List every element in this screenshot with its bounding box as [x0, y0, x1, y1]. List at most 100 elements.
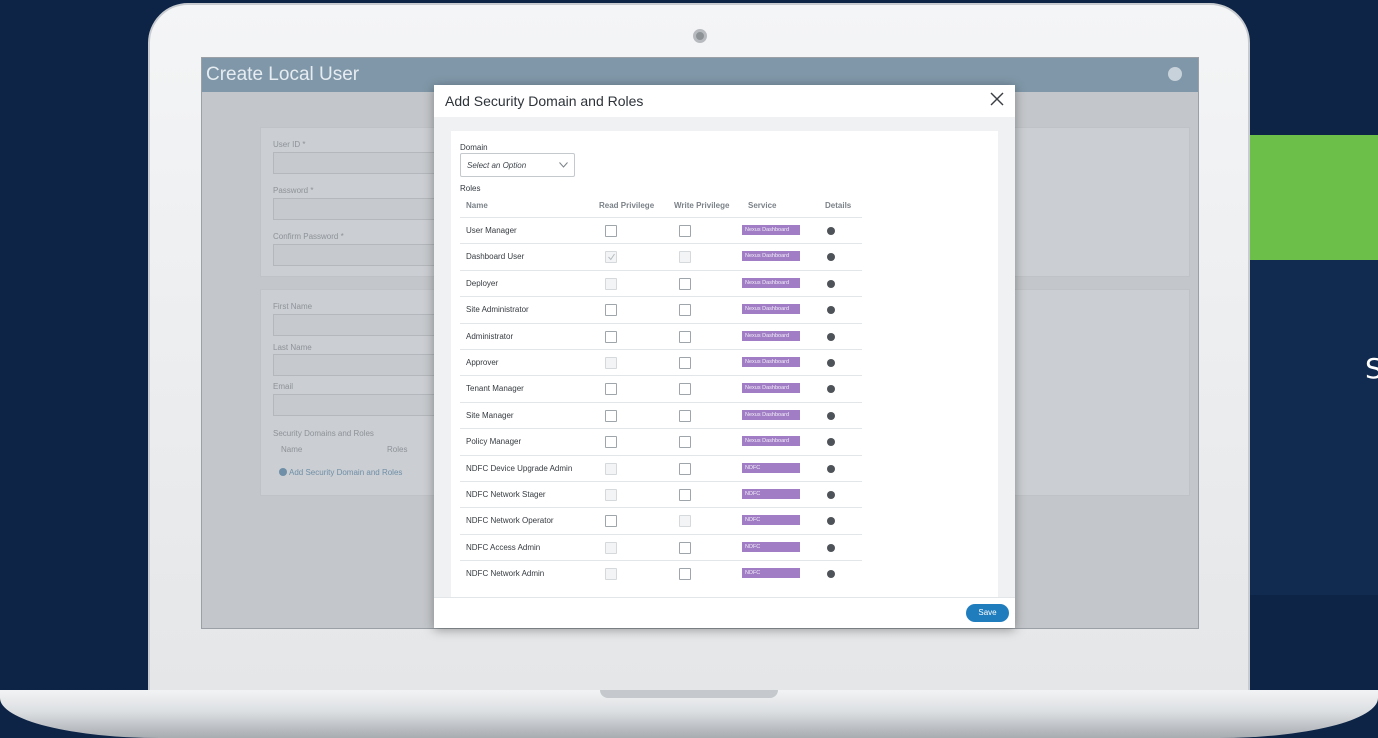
role-name: Approver: [466, 358, 499, 367]
domain-select-value: Select an Option: [467, 161, 527, 170]
domain-label: Domain: [460, 143, 488, 152]
role-name: NDFC Access Admin: [466, 542, 541, 552]
write-privilege-checkbox: [679, 515, 691, 528]
plus-circle-icon: [279, 468, 287, 476]
write-privilege-checkbox[interactable]: [679, 225, 691, 237]
camera-icon: [693, 29, 707, 43]
service-badge: NDFC: [742, 462, 800, 473]
last-name-field[interactable]: [273, 354, 443, 376]
close-icon[interactable]: [986, 88, 1008, 110]
info-icon[interactable]: [827, 385, 835, 394]
table-row: User Manager Nexus Dashboard: [460, 217, 862, 243]
role-name: NDFC Network Stager: [466, 490, 546, 499]
add-security-domain-link[interactable]: Add Security Domain and Roles: [279, 468, 402, 477]
table-row: Administrator Nexus Dashboard: [460, 322, 862, 349]
bg-col-roles: Roles: [387, 445, 408, 454]
service-badge: NDFC: [742, 541, 800, 552]
write-privilege-checkbox[interactable]: [679, 436, 691, 449]
user-id-label: User ID *: [273, 140, 306, 149]
table-row: Approver Nexus Dashboard: [460, 349, 862, 375]
read-privilege-checkbox[interactable]: [605, 383, 617, 396]
page-title: Create Local User: [206, 64, 360, 85]
email-field[interactable]: [273, 394, 443, 416]
modal-footer: Save: [434, 597, 1015, 628]
info-icon[interactable]: [827, 491, 835, 499]
role-name: User Manager: [466, 226, 517, 235]
service-badge: NDFC: [742, 568, 800, 579]
table-row: Policy Manager Nexus Dashboard: [460, 428, 862, 454]
read-privilege-checkbox[interactable]: [605, 330, 617, 343]
first-name-label: First Name: [273, 302, 313, 311]
service-badge: Nexus Dashboard: [742, 383, 800, 394]
table-row: NDFC Network Stager NDFC: [460, 481, 862, 507]
write-privilege-checkbox[interactable]: [679, 568, 691, 581]
modal-body: Domain Select an Option Roles Name Read …: [434, 117, 1015, 597]
write-privilege-checkbox[interactable]: [679, 277, 691, 290]
info-icon[interactable]: [827, 332, 835, 341]
read-privilege-checkbox[interactable]: [605, 409, 617, 422]
table-row: NDFC Network Operator NDFC: [460, 507, 862, 533]
write-privilege-checkbox[interactable]: [679, 409, 691, 422]
service-badge: Nexus Dashboard: [742, 251, 800, 262]
col-header-name: Name: [466, 201, 488, 210]
info-icon[interactable]: [827, 438, 835, 447]
table-row: Dashboard User Nexus Dashboard: [460, 243, 862, 269]
write-privilege-checkbox[interactable]: [679, 304, 691, 317]
role-name: Tenant Manager: [466, 384, 524, 394]
read-privilege-checkbox: [605, 462, 617, 475]
roles-panel: Domain Select an Option Roles Name Read …: [451, 131, 998, 597]
help-icon[interactable]: [1168, 67, 1182, 81]
email-label: Email: [273, 382, 294, 391]
info-icon[interactable]: [827, 253, 835, 262]
roles-label: Roles: [460, 184, 481, 193]
info-icon[interactable]: [827, 306, 835, 315]
col-header-details: Details: [825, 201, 852, 210]
write-privilege-checkbox[interactable]: [679, 330, 691, 343]
role-name: Administrator: [466, 331, 514, 341]
write-privilege-checkbox[interactable]: [679, 357, 691, 369]
info-icon[interactable]: [827, 570, 835, 579]
bg-col-name: Name: [281, 445, 303, 454]
service-badge: NDFC: [742, 489, 800, 499]
password-field[interactable]: [273, 198, 443, 220]
save-button[interactable]: Save: [966, 604, 1009, 622]
service-badge: Nexus Dashboard: [742, 277, 800, 288]
write-privilege-checkbox: [679, 251, 691, 264]
col-header-read: Read Privilege: [599, 201, 655, 210]
read-privilege-checkbox[interactable]: [605, 304, 617, 317]
role-name: NDFC Device Upgrade Admin: [466, 463, 573, 473]
info-icon[interactable]: [827, 359, 835, 367]
col-header-write: Write Privilege: [674, 201, 730, 210]
read-privilege-checkbox[interactable]: [605, 436, 617, 449]
write-privilege-checkbox[interactable]: [679, 489, 691, 501]
read-privilege-checkbox: [605, 251, 617, 264]
service-badge: Nexus Dashboard: [742, 330, 800, 341]
write-privilege-checkbox[interactable]: [679, 541, 691, 554]
info-icon[interactable]: [827, 411, 835, 420]
domain-select[interactable]: Select an Option: [460, 153, 575, 177]
info-icon[interactable]: [827, 464, 835, 473]
table-row: Tenant Manager Nexus Dashboard: [460, 375, 862, 401]
role-name: Site Administrator: [466, 305, 529, 315]
role-name: Deployer: [466, 278, 499, 288]
role-name: Site Manager: [466, 410, 514, 420]
confirm-password-field[interactable]: [273, 244, 443, 266]
service-badge: Nexus Dashboard: [742, 436, 800, 447]
info-icon[interactable]: [827, 279, 835, 288]
info-icon[interactable]: [827, 517, 835, 526]
info-icon[interactable]: [827, 227, 835, 235]
first-name-field[interactable]: [273, 314, 443, 336]
table-row: Site Manager Nexus Dashboard: [460, 401, 862, 428]
user-id-field[interactable]: [273, 152, 443, 174]
write-privilege-checkbox[interactable]: [679, 462, 691, 475]
add-security-domain-modal: Add Security Domain and Roles Domain Sel…: [434, 85, 1015, 628]
read-privilege-checkbox[interactable]: [605, 225, 617, 237]
security-domains-label: Security Domains and Roles: [273, 429, 374, 438]
read-privilege-checkbox[interactable]: [605, 515, 617, 528]
table-row: NDFC Network Admin NDFC: [460, 560, 862, 586]
role-name: Dashboard User: [466, 252, 525, 262]
info-icon[interactable]: [827, 543, 835, 552]
write-privilege-checkbox[interactable]: [679, 383, 691, 396]
table-row: Deployer Nexus Dashboard: [460, 269, 862, 296]
service-badge: Nexus Dashboard: [742, 357, 800, 367]
